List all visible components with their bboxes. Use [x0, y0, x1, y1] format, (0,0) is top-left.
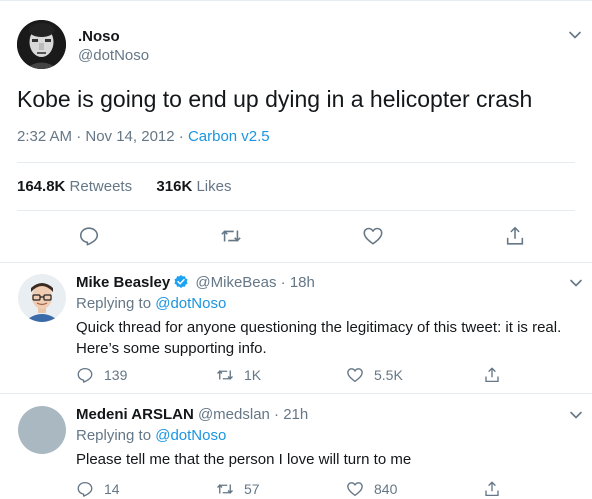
like-icon — [347, 482, 363, 497]
divider — [17, 162, 575, 163]
share-icon — [485, 367, 499, 383]
avatar[interactable] — [17, 20, 66, 69]
reply-icon[interactable] — [78, 225, 100, 247]
replying-to-link[interactable]: @dotNoso — [155, 427, 226, 444]
likes-count: 5.5K — [374, 367, 403, 383]
retweets-count: 1K — [244, 367, 262, 383]
retweets-stat[interactable]: 164.8K Retweets — [17, 178, 132, 195]
reply-action[interactable]: 139 — [76, 365, 127, 385]
divider — [17, 210, 575, 211]
tweet-text: Kobe is going to end up dying in a helic… — [17, 86, 533, 112]
replying-to-label: Replying to — [76, 295, 156, 312]
share-action[interactable] — [483, 365, 511, 385]
reply-header: Medeni ARSLAN @medslan · 21h — [76, 406, 308, 424]
chevron-down-icon[interactable] — [568, 28, 582, 42]
share-icon — [485, 481, 499, 497]
retweet-icon[interactable] — [220, 225, 242, 247]
retweet-icon — [217, 370, 233, 380]
handle-time[interactable]: @medslan · 21h — [198, 406, 308, 423]
main-tweet: .Noso @dotNoso Kobe is going to end up d… — [0, 0, 592, 263]
verified-icon — [174, 275, 188, 288]
chevron-down-icon[interactable] — [569, 276, 583, 290]
reply-tweet[interactable]: Medeni ARSLAN @medslan · 21h Replying to… — [0, 395, 592, 499]
share-icon[interactable] — [504, 225, 526, 247]
timestamp[interactable]: 2:32 AM · Nov 14, 2012 · — [17, 128, 188, 145]
handle-time[interactable]: @MikeBeas · 18h — [195, 274, 314, 291]
retweet-icon — [217, 484, 233, 494]
reply-icon — [77, 481, 93, 497]
replying-to-link[interactable]: @dotNoso — [155, 295, 226, 312]
reply-header: Mike Beasley @MikeBeas · 18h — [76, 274, 315, 292]
replying-to-label: Replying to — [76, 427, 156, 444]
replying-to: Replying to @dotNoso — [76, 295, 226, 313]
retweets-label: Retweets — [69, 178, 133, 195]
reply-text: Please tell me that the person I love wi… — [76, 451, 412, 468]
replies-count: 14 — [104, 481, 120, 497]
likes-count: 840 — [374, 481, 398, 497]
like-icon — [347, 368, 363, 383]
avatar[interactable] — [18, 274, 66, 322]
replying-to: Replying to @dotNoso — [76, 427, 226, 445]
chevron-down-icon[interactable] — [569, 408, 583, 422]
likes-label: Likes — [196, 178, 232, 195]
reply-action[interactable]: 14 — [76, 479, 120, 499]
avatar[interactable] — [18, 406, 66, 454]
like-icon[interactable] — [362, 225, 384, 247]
display-name[interactable]: Mike Beasley — [76, 274, 170, 291]
reply-tweet[interactable]: Mike Beasley @MikeBeas · 18h Replying to… — [0, 263, 592, 394]
retweets-count: 57 — [244, 481, 260, 497]
retweet-action[interactable]: 57 — [216, 479, 260, 499]
display-name[interactable]: Medeni ARSLAN — [76, 406, 194, 423]
display-name[interactable]: .Noso — [78, 29, 120, 45]
reply-icon — [77, 367, 93, 383]
tweet-meta: 2:32 AM · Nov 14, 2012 · Carbon v2.5 — [17, 128, 270, 146]
tweet-stats: 164.8K Retweets 316K Likes — [17, 178, 231, 196]
like-action[interactable]: 840 — [346, 479, 397, 499]
like-action[interactable]: 5.5K — [346, 365, 403, 385]
share-action[interactable] — [483, 479, 511, 499]
handle[interactable]: @dotNoso — [78, 47, 149, 65]
retweet-action[interactable]: 1K — [216, 365, 261, 385]
reply-text: Quick thread for anyone questioning the … — [76, 319, 562, 357]
likes-stat[interactable]: 316K Likes — [156, 178, 231, 195]
likes-count: 316K — [156, 178, 193, 195]
retweets-count: 164.8K — [17, 178, 66, 195]
source-link[interactable]: Carbon v2.5 — [188, 128, 270, 145]
replies-count: 139 — [104, 367, 128, 383]
